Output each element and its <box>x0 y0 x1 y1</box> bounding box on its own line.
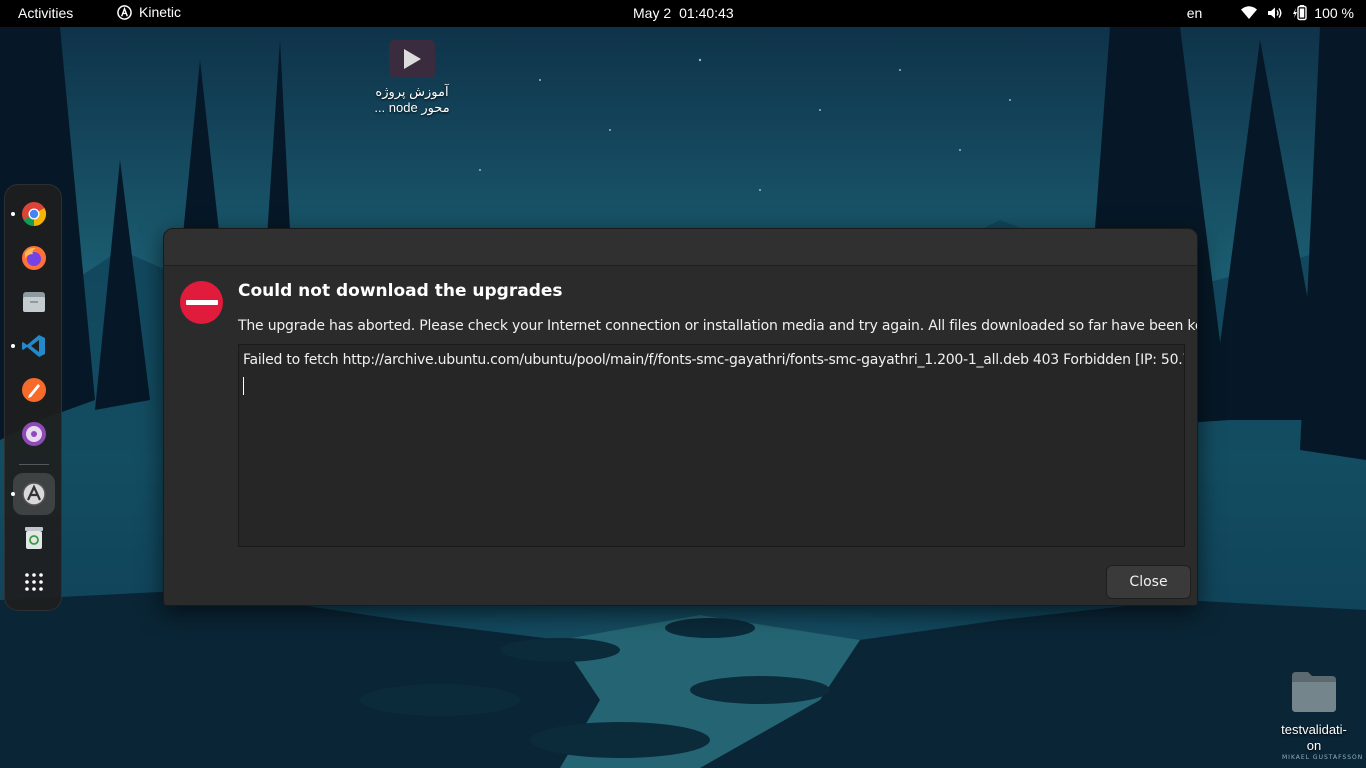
close-button[interactable]: Close <box>1106 565 1191 599</box>
dialog-header[interactable] <box>164 229 1197 266</box>
app-grid-icon <box>25 573 43 591</box>
kinetic-icon <box>117 4 132 20</box>
dock-item-files[interactable] <box>13 281 55 323</box>
app-menu[interactable]: Kinetic <box>117 4 181 20</box>
clock-date: May 2 <box>633 5 672 21</box>
dock-item-firefox[interactable] <box>13 237 55 279</box>
desktop-video-label-1: آموزش پروژه <box>375 84 449 99</box>
app-menu-label: Kinetic <box>139 4 182 20</box>
dock-item-rhythmbox[interactable] <box>13 413 55 455</box>
software-updater-icon <box>22 482 46 506</box>
desktop-video-file[interactable]: آموزش پروژه محور node ... <box>356 40 468 116</box>
text-caret <box>243 377 244 395</box>
running-indicator <box>11 492 15 496</box>
desktop-folder-label-2: on <box>1306 738 1322 753</box>
error-details-text: Failed to fetch http://archive.ubuntu.co… <box>243 352 1185 368</box>
battery-percentage: 100 % <box>1314 5 1354 21</box>
dock-show-applications[interactable] <box>13 561 55 603</box>
video-file-icon <box>389 40 435 78</box>
dock-item-chrome[interactable] <box>11 193 55 235</box>
text-editor-icon <box>22 378 46 402</box>
error-details-textview[interactable]: Failed to fetch http://archive.ubuntu.co… <box>238 344 1185 547</box>
firefox-icon <box>22 246 46 270</box>
dock <box>4 184 62 611</box>
dock-item-trash[interactable] <box>13 517 55 559</box>
desktop-folder[interactable]: testvalidati- on <box>1262 670 1366 754</box>
dialog-title: Could not download the upgrades <box>238 281 563 301</box>
dock-item-vscode[interactable] <box>11 325 55 367</box>
dock-item-text-editor[interactable] <box>13 369 55 411</box>
music-icon <box>22 422 46 446</box>
desktop-folder-label-1: testvalidati- <box>1281 722 1347 737</box>
vscode-icon <box>22 335 45 357</box>
battery-icon <box>1292 4 1310 22</box>
volume-icon <box>1266 4 1284 22</box>
dialog-message: The upgrade has aborted. Please check yo… <box>238 318 1198 334</box>
error-dialog: Could not download the upgrades The upgr… <box>163 228 1198 606</box>
desktop-video-label-2: محور node ... <box>374 100 450 115</box>
chrome-icon <box>22 202 47 226</box>
activities-button[interactable]: Activities <box>18 5 73 21</box>
wallpaper-signature: MIKAEL GUSTAFSSON <box>1282 754 1364 761</box>
folder-icon <box>1290 670 1338 714</box>
files-icon <box>23 292 45 312</box>
running-indicator <box>11 212 15 216</box>
keyboard-layout-indicator[interactable]: en <box>1187 5 1203 21</box>
dock-item-software-updater[interactable] <box>11 473 55 515</box>
system-tray[interactable]: en 100 % <box>1187 4 1354 22</box>
error-icon <box>180 281 223 324</box>
running-indicator <box>11 344 15 348</box>
top-bar: Activities Kinetic May 2 01:40:43 en 100… <box>0 0 1366 27</box>
wifi-icon <box>1240 4 1258 22</box>
clock[interactable]: May 2 01:40:43 <box>633 5 734 21</box>
clock-time: 01:40:43 <box>679 5 734 21</box>
dock-separator <box>19 464 49 465</box>
trash-icon <box>25 527 43 549</box>
